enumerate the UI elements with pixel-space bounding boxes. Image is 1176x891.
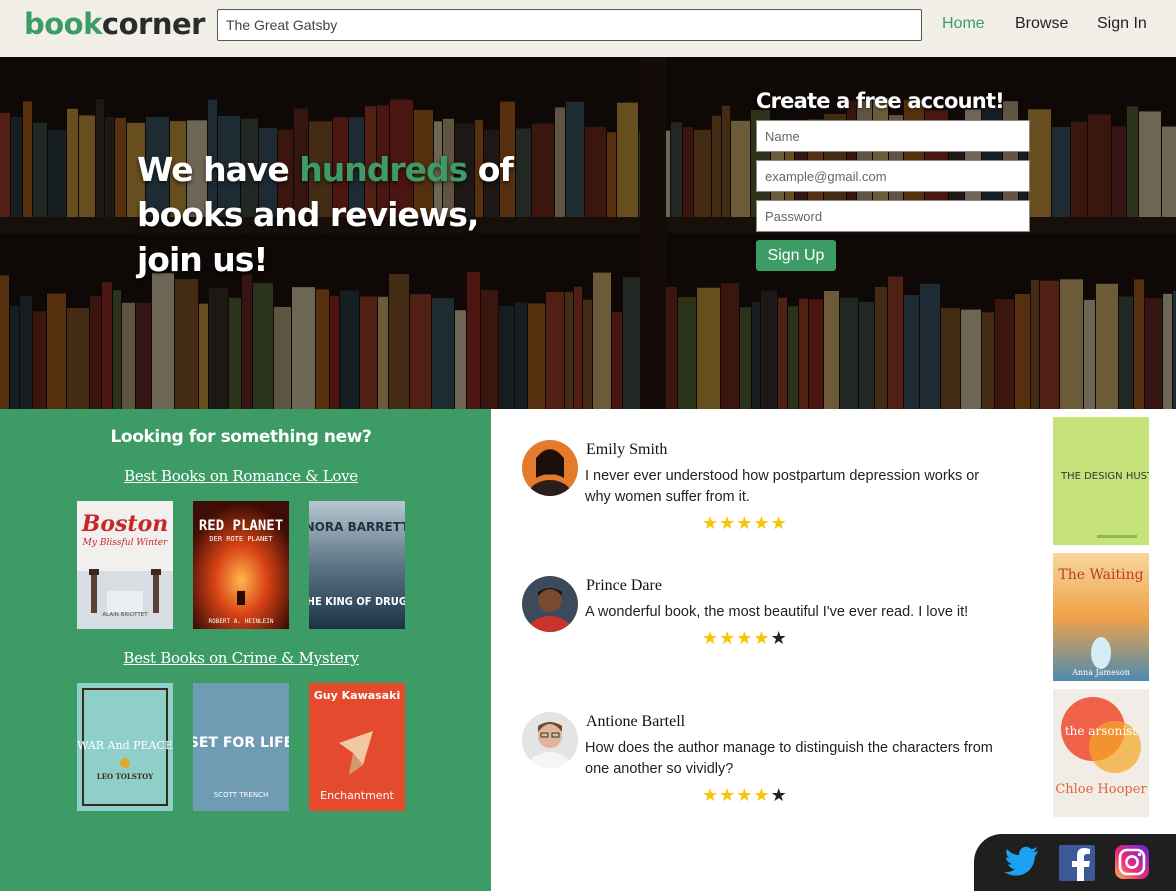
star-filled-icon: ★ [702,628,720,648]
star-filled-icon: ★ [770,513,788,533]
star-filled-icon: ★ [736,513,754,533]
facebook-icon[interactable] [1059,845,1095,886]
book-title: THE KING OF DRUGS [309,595,405,608]
star-filled-icon: ★ [719,785,737,805]
star-filled-icon: ★ [753,628,771,648]
hero-line1-end: of [467,150,514,189]
book-title: Enchantment [320,789,394,802]
book-subtitle: My Blissful Winter [82,538,168,548]
instagram-icon[interactable] [1115,845,1149,884]
star-filled-icon: ★ [719,513,737,533]
hero-banner: We have hundreds of books and reviews, j… [0,57,1176,409]
twitter-icon[interactable] [1004,845,1040,884]
star-filled-icon: ★ [719,628,737,648]
book-author: ROBERT A. HEINLEIN [208,618,273,625]
star-filled-icon: ★ [753,785,771,805]
nav-signin-link[interactable]: Sign In [1097,15,1147,33]
book-title: The Waiting [1058,567,1143,583]
review-text: How does the author manage to distinguis… [585,740,993,777]
password-field[interactable] [756,200,1030,232]
review-text: I never ever understood how postpartum d… [585,468,980,505]
reviewer-name: Prince Dare [586,577,662,594]
email-field[interactable] [756,160,1030,192]
star-filled-icon: ★ [753,513,771,533]
search-input[interactable] [217,9,922,41]
book-author: Anna Jameson [1071,668,1130,677]
book-title: RED PLANET [199,518,283,534]
book-title: SET FOR LIFE [193,735,289,751]
social-links-bar [974,834,1176,891]
hero-headline: We have hundreds of books and reviews, j… [137,147,514,282]
nav-browse-link[interactable]: Browse [1015,15,1068,33]
signup-button[interactable]: Sign Up [756,240,836,271]
book-author: Guy Kawasaki [314,689,400,702]
hero-line2: books and reviews, [137,195,479,234]
star-filled-icon: ★ [702,785,720,805]
site-logo[interactable]: bookcorner [24,5,205,43]
star-empty-icon: ★ [770,785,788,805]
reviewer-name: Emily Smith [586,441,668,458]
star-empty-icon: ★ [770,628,788,648]
hero-highlight: hundreds [299,150,468,189]
side-book-cover-the-arsonist[interactable]: the arsonist Chloe Hooper [1053,689,1149,817]
book-subtitle: DER ROTE PLANET [209,535,273,543]
book-title: the arsonist [1065,724,1137,738]
avatar [522,576,578,632]
star-rating: ★★★★★ [702,785,788,806]
avatar [522,440,578,496]
name-field[interactable] [756,120,1030,152]
star-filled-icon: ★ [736,628,754,648]
signup-form: Create a free account! Sign Up [756,89,1030,271]
star-rating: ★★★★★ [702,628,788,649]
star-filled-icon: ★ [702,513,720,533]
book-cover-war-and-peace[interactable]: WAR And PEACE LEO TOLSTOY [77,683,173,811]
side-book-cover-the-waiting[interactable]: The Waiting Anna Jameson [1053,553,1149,681]
top-navbar: bookcorner Home Browse Sign In [0,0,1176,57]
book-cover-set-for-life[interactable]: SET FOR LIFE SCOTT TRENCH [193,683,289,811]
book-cover-boston[interactable]: Boston My Blissful Winter ALAIN BRIOTTET [77,501,173,629]
book-author: Chloe Hooper [1055,782,1147,797]
discover-panel: Looking for something new? Best Books on… [0,409,491,891]
logo-part-book: book [24,7,102,41]
book-cover-enchantment[interactable]: Guy Kawasaki Enchantment [309,683,405,811]
review-text: A wonderful book, the most beautiful I'v… [585,604,969,620]
book-title: Boston [81,511,169,537]
avatar [522,712,578,768]
discover-heading: Looking for something new? [110,427,372,447]
logo-part-corner: corner [101,7,206,41]
signup-title: Create a free account! [756,89,1005,113]
book-author: LEO TOLSTOY [97,772,154,781]
hero-line1: We have [137,150,300,189]
side-book-cover-design-hustle[interactable]: THE DESIGN HUSTLE [1053,417,1149,545]
reviewer-name: Antione Bartell [586,713,686,730]
book-cover-king-of-drugs[interactable]: NORA BARRETT THE KING OF DRUGS [309,501,405,629]
category-crime-link[interactable]: Best Books on Crime & Mystery [0,649,482,667]
category-romance-link[interactable]: Best Books on Romance & Love [0,467,482,485]
book-title: THE DESIGN HUSTLE [1060,471,1149,482]
hero-line3: join us! [137,240,268,279]
book-author: NORA BARRETT [309,520,405,534]
book-title: WAR And PEACE [77,739,173,752]
book-cover-red-planet[interactable]: RED PLANET DER ROTE PLANET ROBERT A. HEI… [193,501,289,629]
nav-home-link[interactable]: Home [942,15,985,33]
star-filled-icon: ★ [736,785,754,805]
book-author: SCOTT TRENCH [214,791,268,799]
book-author: ALAIN BRIOTTET [102,612,148,618]
star-rating: ★★★★★ [702,513,788,534]
